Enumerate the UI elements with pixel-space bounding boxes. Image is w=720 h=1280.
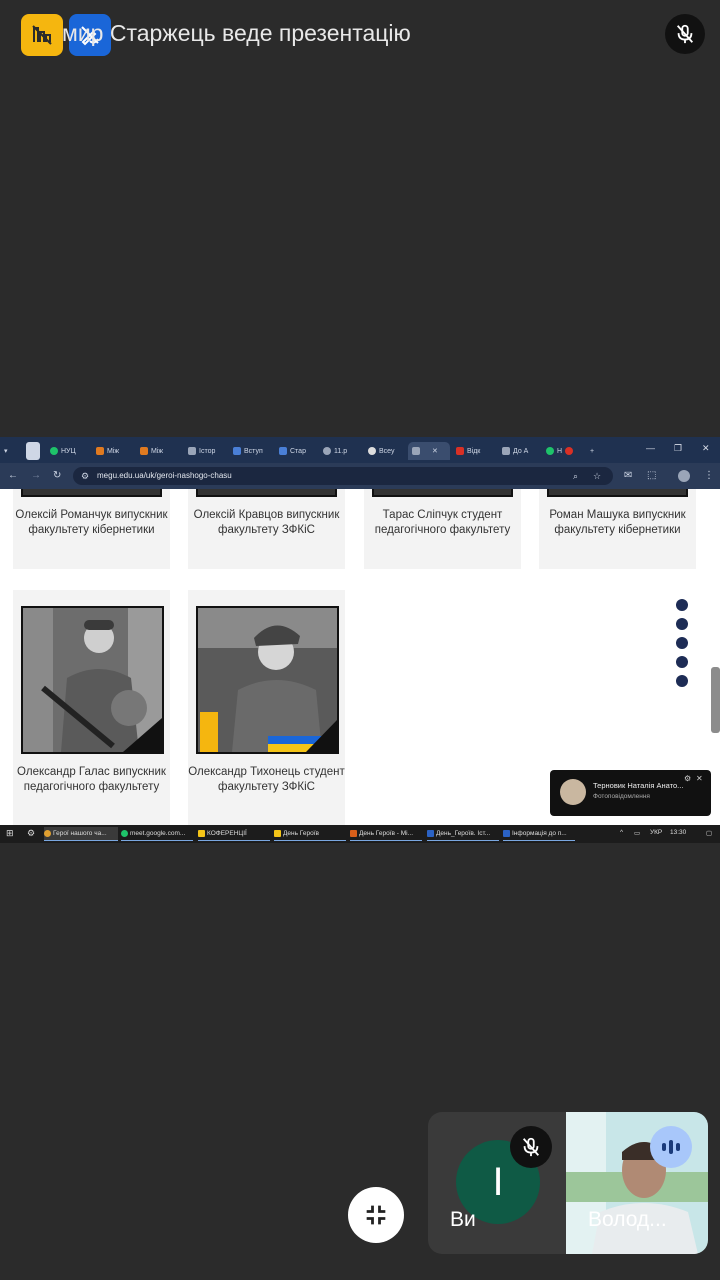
hero-photo-image bbox=[23, 608, 162, 752]
remote-video-tile[interactable]: Волод... bbox=[566, 1112, 708, 1254]
browser-tab[interactable]: Відк bbox=[456, 442, 490, 460]
reload-icon[interactable]: ↻ bbox=[53, 470, 61, 481]
facebook-icon[interactable] bbox=[676, 599, 688, 611]
hero-caption: Тарас Сліпчук студент педагогічного факу… bbox=[374, 509, 511, 536]
tray-chevron-icon[interactable]: ^ bbox=[620, 829, 623, 836]
browser-tab[interactable]: До А bbox=[502, 442, 536, 460]
mic-off-icon bbox=[676, 24, 694, 44]
instagram-icon[interactable] bbox=[676, 675, 688, 687]
taskbar-item[interactable]: meet.google.com... bbox=[121, 827, 193, 841]
sender-avatar bbox=[560, 779, 586, 805]
minimize-button[interactable]: — bbox=[646, 443, 655, 453]
presenting-title: мир Старжець веде презентацію bbox=[62, 20, 411, 46]
shared-screen: ▾ НУЦ Між Між Істор Вступ Стар 11.р Всеу… bbox=[0, 437, 720, 843]
hero-card[interactable]: Олексій Романчук випускник факультету кі… bbox=[13, 489, 170, 569]
start-windows-icon[interactable]: ⊞ bbox=[6, 828, 14, 839]
exit-fullscreen-button[interactable] bbox=[348, 1187, 404, 1243]
twitter-icon[interactable] bbox=[676, 656, 688, 668]
hero-caption: Олексій Кравцов випускник факультету ЗФК… bbox=[193, 509, 340, 536]
close-window-button[interactable]: ✕ bbox=[702, 443, 710, 454]
message-preview: Фотоповідомлення bbox=[593, 793, 650, 800]
hero-caption: Олександр Тихонець студент факультету ЗФ… bbox=[188, 766, 345, 793]
taskbar-item[interactable]: День Героїв - Mi... bbox=[350, 827, 422, 841]
presenter-mic-off bbox=[665, 14, 705, 54]
hero-card[interactable]: Олександр Тихонець студент факультету ЗФ… bbox=[188, 590, 345, 825]
browser-tab[interactable]: Між bbox=[140, 442, 174, 460]
hero-caption: Роман Машука випускник факультету кіберн… bbox=[549, 509, 686, 536]
clock-time[interactable]: 13:30 bbox=[670, 829, 686, 836]
browser-tab-active[interactable]: ✕ bbox=[408, 442, 450, 460]
hero-card[interactable]: Роман Машука випускник факультету кіберн… bbox=[539, 489, 696, 569]
site-info-icon[interactable]: ⚙ bbox=[81, 471, 89, 482]
hero-photo bbox=[547, 489, 688, 497]
meet-message-popup[interactable]: Терновик Наталія Анато... Фотоповідомлен… bbox=[550, 770, 711, 816]
remote-name: Волод... bbox=[588, 1208, 667, 1231]
hero-card[interactable]: Тарас Сліпчук студент педагогічного факу… bbox=[364, 489, 521, 569]
settings-gear-icon[interactable]: ⚙ bbox=[27, 828, 35, 839]
browser-tab[interactable]: Між bbox=[96, 442, 130, 460]
hero-card[interactable]: Олексій Кравцов випускник факультету ЗФК… bbox=[188, 489, 345, 569]
forward-icon[interactable]: → bbox=[31, 470, 41, 481]
url-field[interactable]: ⚙ megu.edu.ua/uk/geroi-nashogo-chasu ⌕ ☆ bbox=[73, 467, 613, 485]
tab-search-button[interactable]: ▾ bbox=[4, 442, 18, 460]
keyboard-lang[interactable]: УКР bbox=[650, 829, 662, 836]
hero-photo bbox=[21, 606, 164, 754]
windows-taskbar: ⊞ ⚙ Герої нашого ча... meet.google.com..… bbox=[0, 825, 720, 843]
bookmark-star-icon[interactable]: ☆ bbox=[593, 471, 601, 482]
network-icon[interactable]: ▭ bbox=[634, 829, 640, 837]
mail-icon[interactable]: ✉ bbox=[624, 470, 632, 481]
taskbar-item[interactable]: Герої нашого ча... bbox=[44, 827, 118, 841]
hero-caption: Олексій Романчук випускник факультету кі… bbox=[15, 509, 168, 536]
self-name: Ви bbox=[450, 1208, 476, 1231]
page-scrollbar-thumb[interactable] bbox=[711, 667, 720, 733]
hero-photo bbox=[196, 606, 339, 754]
collapse-icon bbox=[366, 1205, 386, 1225]
participant-tiles: I Ви Волод... bbox=[428, 1112, 708, 1254]
browser-tab[interactable]: Н bbox=[546, 442, 580, 460]
menu-kebab-icon[interactable]: ⋮ bbox=[704, 470, 714, 481]
hero-photo bbox=[21, 489, 162, 497]
sender-name: Терновик Наталія Анато... bbox=[593, 781, 684, 790]
profile-avatar[interactable] bbox=[678, 470, 690, 482]
maximize-button[interactable]: ❐ bbox=[674, 443, 682, 454]
browser-tab[interactable]: НУЦ bbox=[50, 442, 84, 460]
browser-tab[interactable]: 11.р bbox=[323, 442, 357, 460]
no-recording-badge[interactable] bbox=[21, 14, 63, 56]
no-record-icon bbox=[32, 25, 52, 45]
taskbar-item[interactable]: День Героїв bbox=[274, 827, 346, 841]
address-bar-row: ← → ↻ ⚙ megu.edu.ua/uk/geroi-nashogo-cha… bbox=[0, 463, 720, 489]
meet-top-bar: мир Старжець веде презентацію bbox=[0, 0, 720, 70]
hero-caption: Олександр Галас випускник педагогічного … bbox=[17, 766, 166, 793]
browser-tab[interactable]: Стар bbox=[279, 442, 313, 460]
notifications-icon[interactable]: ▢ bbox=[706, 829, 712, 837]
hero-card[interactable]: Олександр Галас випускник педагогічного … bbox=[13, 590, 170, 825]
telegram-icon[interactable] bbox=[676, 618, 688, 630]
extensions-icon[interactable]: ⬚ bbox=[647, 470, 656, 481]
taskbar-item[interactable]: КОФЕРЕНЦІЇ bbox=[198, 827, 270, 841]
browser-tab[interactable]: Істор bbox=[188, 442, 222, 460]
taskbar-item[interactable]: Інформація до п... bbox=[503, 827, 575, 841]
gear-icon[interactable]: ⚙ bbox=[684, 774, 691, 783]
url-text: megu.edu.ua/uk/geroi-nashogo-chasu bbox=[97, 471, 232, 480]
taskbar-item[interactable]: День_Героїв. Іст... bbox=[427, 827, 499, 841]
self-mic-off bbox=[510, 1126, 552, 1168]
hero-photo bbox=[372, 489, 513, 497]
browser-tab-bar: ▾ НУЦ Між Між Істор Вступ Стар 11.р Всеу… bbox=[0, 437, 720, 463]
hero-photo-image bbox=[198, 608, 337, 752]
mic-off-icon bbox=[522, 1137, 540, 1157]
hero-photo bbox=[196, 489, 337, 497]
youtube-icon[interactable] bbox=[676, 637, 688, 649]
browser-tab[interactable]: Всеу bbox=[368, 442, 402, 460]
social-links bbox=[676, 599, 688, 694]
tab-group-chip[interactable] bbox=[26, 442, 40, 460]
new-tab-button[interactable]: + bbox=[590, 442, 600, 460]
speaking-indicator bbox=[650, 1126, 692, 1168]
zoom-icon[interactable]: ⌕ bbox=[573, 471, 578, 482]
back-icon[interactable]: ← bbox=[8, 470, 18, 481]
close-icon[interactable]: ✕ bbox=[696, 774, 703, 783]
browser-tab[interactable]: Вступ bbox=[233, 442, 267, 460]
